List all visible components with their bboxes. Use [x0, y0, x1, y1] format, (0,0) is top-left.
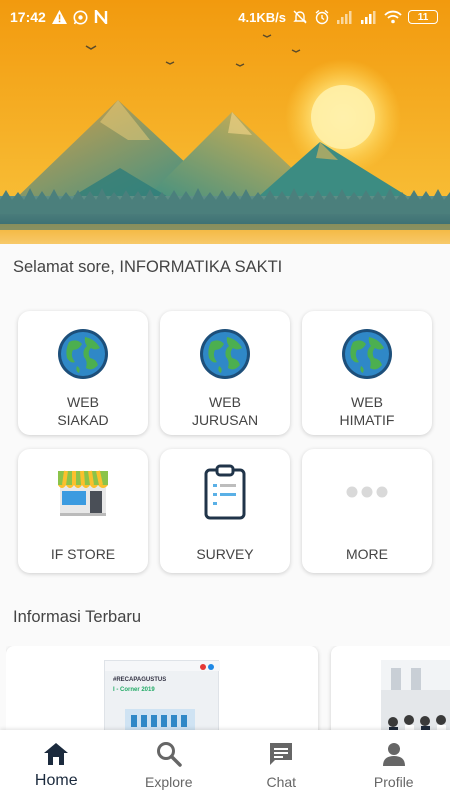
status-bar: 17:42 4.1KB/s 11 [0, 0, 450, 34]
warning-icon [51, 10, 67, 24]
mountain-illustration [0, 0, 450, 244]
more-label: MORE [346, 546, 388, 562]
nav-profile-label: Profile [373, 774, 414, 790]
home-icon [42, 740, 70, 768]
menu-grid: WEB SIAKAD WEB JURUSAN WEB HIMATIF IF ST… [18, 311, 432, 573]
news-card[interactable]: #RECAPAGUSTUS I - Corner 2019 [6, 646, 318, 736]
store-icon [56, 465, 110, 519]
news-section-title: Informasi Terbaru [13, 608, 142, 626]
search-icon [155, 740, 183, 768]
battery-icon: 11 [408, 10, 438, 24]
nav-explore-label: Explore [145, 774, 193, 790]
wifi-icon [384, 10, 402, 24]
signal-icon [360, 10, 378, 24]
survey-label: SURVEY [196, 546, 254, 562]
web-jurusan-label: WEB JURUSAN [191, 394, 259, 428]
battery-level: 11 [417, 11, 429, 23]
chat-icon [267, 740, 295, 768]
web-siakad-label: WEB SIAKAD [57, 394, 109, 428]
if-store-label: IF STORE [50, 546, 116, 562]
clipboard-icon [198, 464, 252, 520]
signal-icon [336, 10, 354, 24]
nav-home[interactable]: Home [0, 730, 113, 800]
mute-icon [292, 9, 308, 25]
nav-explore[interactable]: Explore [113, 730, 226, 800]
globe-icon [340, 327, 394, 381]
globe-icon [56, 327, 110, 381]
more-dots-icon [340, 465, 394, 519]
thumbnail-photo [381, 660, 450, 736]
news-thumbnail [381, 660, 450, 736]
status-time: 17:42 [10, 9, 46, 25]
thumbnail-graphic [105, 661, 220, 731]
nav-chat-label: Chat [266, 774, 297, 790]
news-thumbnail: #RECAPAGUSTUS I - Corner 2019 [104, 660, 220, 736]
more-button[interactable]: MORE [302, 449, 432, 573]
news-carousel[interactable]: #RECAPAGUSTUS I - Corner 2019 [6, 646, 450, 736]
if-store-button[interactable]: IF STORE [18, 449, 148, 573]
whatsapp-icon [73, 10, 88, 25]
news-card[interactable] [331, 646, 450, 736]
nav-chat[interactable]: Chat [225, 730, 338, 800]
nav-profile[interactable]: Profile [338, 730, 450, 800]
survey-button[interactable]: SURVEY [160, 449, 290, 573]
profile-icon [380, 740, 408, 768]
web-himatif-button[interactable]: WEB HIMATIF [302, 311, 432, 435]
bottom-navigation: Home Explore Chat Profile [0, 730, 450, 800]
web-siakad-button[interactable]: WEB SIAKAD [18, 311, 148, 435]
web-himatif-label: WEB HIMATIF [339, 394, 395, 428]
alarm-icon [314, 9, 330, 25]
globe-icon [198, 327, 252, 381]
nav-home-label: Home [34, 772, 78, 789]
web-jurusan-button[interactable]: WEB JURUSAN [160, 311, 290, 435]
n-app-icon [94, 10, 108, 24]
greeting-text: Selamat sore, INFORMATIKA SAKTI [13, 258, 283, 276]
network-speed: 4.1KB/s [238, 9, 286, 25]
hero-banner [0, 0, 450, 244]
